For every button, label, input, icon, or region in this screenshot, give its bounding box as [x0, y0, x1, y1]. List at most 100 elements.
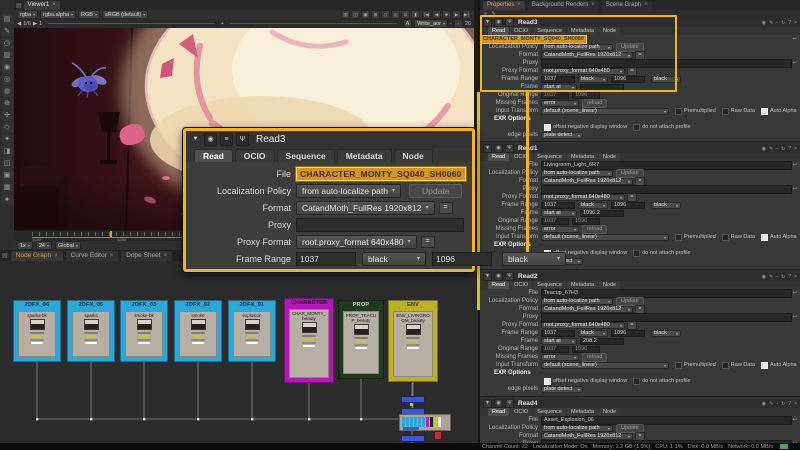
premultiplied-checkbox[interactable] [675, 108, 682, 115]
center-node-icon[interactable]: ◉ [204, 133, 217, 146]
center-icon[interactable]: ◉ [762, 20, 766, 26]
viewer-node[interactable] [434, 431, 442, 440]
format-select[interactable]: CatandMoth_FullRes 1920x812▾ [541, 433, 633, 440]
tab-node[interactable]: Node [599, 27, 620, 35]
transform-icon[interactable]: ✣ [2, 110, 13, 121]
mini-node[interactable] [304, 338, 314, 340]
mini-node[interactable] [84, 339, 98, 341]
edit-icon[interactable]: ✎ [769, 146, 773, 152]
range-end-input[interactable]: 1096 [432, 252, 492, 266]
auto-alpha-checkbox[interactable] [761, 234, 768, 241]
range-start-input[interactable]: 1037 [541, 76, 575, 83]
tab-curve-editor[interactable]: Curve Editor× [66, 251, 119, 261]
localization-policy-select[interactable]: from auto-localize path▾ [541, 298, 613, 305]
frame-value-input[interactable]: 208.2 [580, 338, 624, 345]
zoom-box-icon[interactable]: ▫ [454, 19, 463, 28]
reload-button[interactable]: reload [582, 99, 607, 108]
revert-icon[interactable]: ↩ [792, 162, 797, 168]
center-node-icon[interactable]: ◉ [494, 272, 503, 281]
tab-ocio[interactable]: OCIO [510, 27, 532, 35]
frame-value-input[interactable] [580, 84, 624, 91]
frame-value-input[interactable]: 1096.2 [580, 210, 624, 217]
clip-warning-icon[interactable]: ▣ [361, 10, 370, 19]
range-end-input[interactable]: 1096 [611, 330, 645, 337]
stacked-node[interactable] [418, 417, 421, 427]
range-end-mode-select[interactable]: black▾ [502, 252, 566, 266]
missing-frames-select[interactable]: error▾ [541, 226, 579, 233]
pan-icon[interactable]: + [221, 21, 224, 27]
mini-node[interactable] [407, 347, 419, 349]
premultiplied-checkbox[interactable] [675, 234, 682, 241]
proxy-format-edit-icon[interactable]: = [627, 321, 637, 330]
stacked-node[interactable] [434, 417, 437, 427]
reload-button[interactable]: reload [582, 225, 607, 234]
mini-node[interactable] [193, 335, 203, 337]
mini-node[interactable] [247, 335, 257, 337]
stacked-node[interactable] [402, 417, 405, 427]
tab-ocio[interactable]: OCIO [510, 153, 532, 161]
backdrop-node-env[interactable]: ENVENV_LIVINGROOM_beauty [388, 300, 438, 382]
image-read-icon[interactable]: ▤ [2, 14, 13, 25]
original-start-input[interactable]: 1037 [541, 92, 569, 99]
mini-node[interactable] [246, 342, 258, 344]
mini-node[interactable] [32, 335, 42, 337]
center-node-icon[interactable]: ◉ [494, 144, 503, 153]
proxy-format-select[interactable]: root.proxy_format 640x480▾ [296, 235, 417, 249]
original-start-input[interactable]: 1037 [541, 346, 569, 353]
tab-metadata[interactable]: Metadata [337, 149, 392, 162]
original-end-input[interactable]: 1096 [572, 92, 600, 99]
tab-read[interactable]: Read [488, 281, 509, 289]
mini-node[interactable] [85, 342, 97, 344]
revert-icon[interactable]: ↩ [792, 36, 797, 42]
merge-mini-node[interactable] [403, 427, 419, 430]
float-icon[interactable]: ▫ [776, 146, 778, 152]
tab-metadata[interactable]: Metadata [567, 27, 598, 35]
proxy-field[interactable] [541, 185, 792, 194]
range-end-mode-select[interactable]: black▾ [651, 202, 681, 209]
merge-icon[interactable]: ⊕ [2, 98, 13, 109]
stacked-node[interactable] [422, 417, 425, 427]
localization-policy-select[interactable]: from auto-localize path▾ [541, 44, 613, 51]
proxy-format-edit-icon[interactable]: = [421, 236, 435, 248]
panel-header[interactable]: ▼◉ΨRead4◉✎▫↻?× [480, 399, 800, 408]
help-icon[interactable]: ? [788, 274, 791, 280]
colorspace-select[interactable]: sRGB (default)▾ [102, 10, 148, 19]
merge-node[interactable] [401, 435, 425, 442]
frame-mode-select[interactable]: start at▾ [541, 338, 577, 345]
collapse-triangle-icon[interactable]: ▼ [483, 399, 492, 408]
float-icon[interactable]: ▫ [776, 20, 778, 26]
range-start-input[interactable]: 1037 [541, 330, 575, 337]
revert-icon[interactable]: ↩ [792, 186, 797, 192]
rate-select[interactable]: 1x▾ [17, 241, 33, 250]
center-icon[interactable]: ◉ [762, 274, 766, 280]
filter-icon[interactable]: ◎ [2, 74, 13, 85]
proxy-format-select[interactable]: root.proxy_format 640x480▾ [541, 68, 625, 75]
panel-header[interactable]: ▼◉ΨRead1◉✎▫↻?× [480, 144, 800, 153]
proxy-field[interactable] [541, 313, 792, 322]
node-group[interactable]: CHAR_MONTY_beauty [289, 309, 329, 378]
center-icon[interactable]: ◉ [762, 146, 766, 152]
edge-pixels-select[interactable]: plate detect▾ [541, 386, 583, 393]
mini-node[interactable] [303, 345, 315, 347]
mini-node[interactable] [354, 337, 368, 339]
localization-icon[interactable]: ≡ [220, 133, 233, 146]
revert-icon[interactable]: ↩ [792, 314, 797, 320]
mini-node[interactable] [192, 342, 204, 344]
tab-dope-sheet[interactable]: Dope Sheet× [121, 251, 172, 261]
localization-policy-select[interactable]: from auto-localize path▾ [296, 184, 401, 198]
tab-read[interactable]: Read [488, 153, 509, 161]
go-end-icon[interactable]: ▶| [462, 10, 471, 19]
close-icon[interactable]: × [794, 274, 797, 280]
backdrop-node-2dfx_03[interactable]: 2DFX_03smoke-bk [120, 300, 168, 362]
do-not-attach-profile-checkbox[interactable] [633, 124, 640, 131]
collapse-triangle-icon[interactable]: ▼ [190, 134, 201, 145]
mini-node[interactable] [139, 335, 149, 337]
mini-node[interactable] [354, 344, 368, 346]
backdrop-node-prop[interactable]: PROPPROP_TEACUP_beauty [338, 300, 384, 379]
wipe-icon[interactable]: ⊞ [371, 10, 380, 19]
proxy-icon[interactable]: ◫ [351, 10, 360, 19]
node-tree-icon[interactable]: Ψ [236, 133, 249, 146]
display-channel-select[interactable]: RGB▾ [78, 10, 100, 19]
range-end-input[interactable]: 1096 [611, 76, 645, 83]
localization-policy-select[interactable]: from auto-localize path▾ [541, 425, 613, 432]
